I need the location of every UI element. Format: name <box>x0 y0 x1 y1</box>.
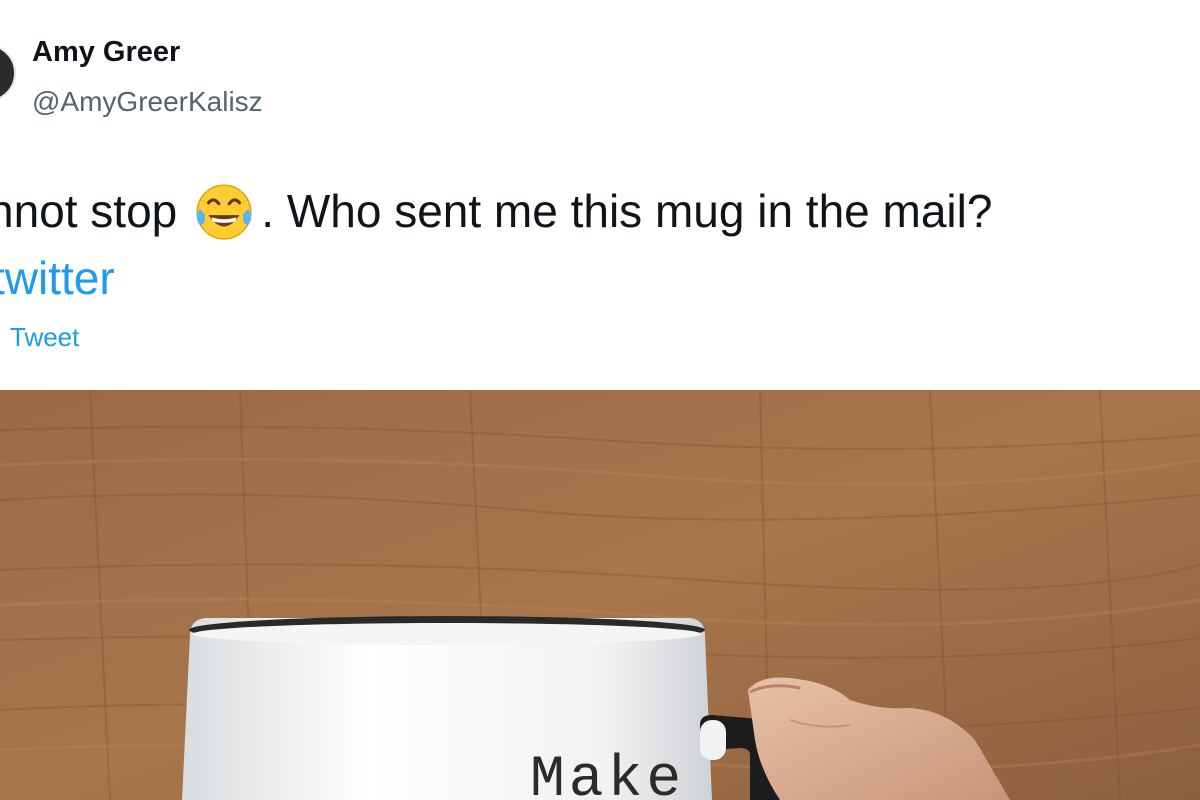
author-handle[interactable]: @AmyGreerKalisz <box>32 86 263 118</box>
tweet-text: nnot stop . Who sent me this mug in the … <box>0 178 992 244</box>
hashtag-link[interactable]: twitter <box>0 248 115 308</box>
tweet-text-start: nnot stop <box>0 185 178 237</box>
avatar[interactable] <box>0 44 16 102</box>
mug-text: Make <box>530 748 685 800</box>
tweet-card[interactable]: Amy Greer @AmyGreerKalisz nnot stop . Wh… <box>0 0 1200 800</box>
author-name[interactable]: Amy Greer <box>32 36 180 69</box>
mug-photo-image: Make <box>0 390 1200 800</box>
tweet-text-end: . Who sent me this mug in the mail? <box>261 185 993 237</box>
hashtag-label: twitter <box>0 252 115 304</box>
face-with-tears-of-joy-icon <box>196 184 252 240</box>
translate-tweet-link[interactable]: Tweet <box>10 322 79 353</box>
tweet-photo[interactable]: Make <box>0 390 1200 800</box>
